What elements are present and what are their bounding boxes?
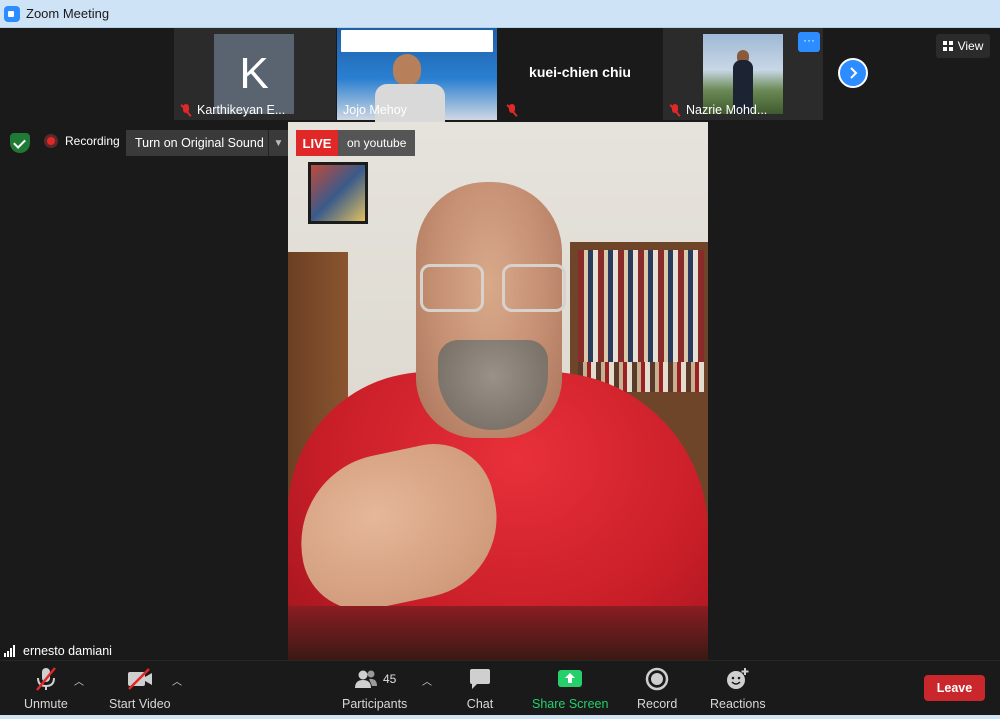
participant-name: Nazrie Mohd... <box>669 103 767 117</box>
participant-video-face <box>393 54 421 86</box>
zoom-window: Zoom Meeting K Karthikeyan E... Jojo Meh… <box>0 0 1000 719</box>
active-speaker-video <box>288 122 708 660</box>
participant-name-label: Nazrie Mohd... <box>686 103 768 117</box>
mic-muted-icon <box>669 103 681 117</box>
window-title: Zoom Meeting <box>26 6 110 21</box>
chat-button[interactable]: Chat <box>465 665 495 711</box>
record-icon <box>642 665 672 693</box>
share-screen-button[interactable]: Share Screen <box>532 665 608 711</box>
meeting-toolbar: Unmute ︿ Start Video ︿ 45 Participants ︿… <box>0 660 1000 719</box>
participant-video <box>703 34 783 114</box>
participant-strip: K Karthikeyan E... <box>174 28 338 120</box>
view-button[interactable]: View <box>936 34 990 58</box>
live-target-label: on youtube <box>338 130 416 156</box>
active-speaker-name-label: ernesto damiani <box>23 644 112 658</box>
reactions-label: Reactions <box>710 697 766 711</box>
participants-icon: 45 <box>345 665 405 693</box>
title-bar: Zoom Meeting <box>0 0 1000 28</box>
participant-name <box>506 104 523 117</box>
mic-muted-icon <box>506 104 518 117</box>
video-desk <box>288 606 708 660</box>
participant-tile[interactable]: Jojo Mehoy <box>337 28 497 124</box>
record-button[interactable]: Record <box>637 665 677 711</box>
live-label: LIVE <box>296 130 338 156</box>
chevron-down-icon[interactable]: ▼ <box>268 130 288 156</box>
chevron-right-icon <box>850 67 858 79</box>
recording-indicator[interactable]: Recording <box>44 134 120 148</box>
start-video-label: Start Video <box>109 697 171 711</box>
participant-tile[interactable]: kuei-chien chiu <box>500 28 660 120</box>
participants-button[interactable]: 45 Participants <box>342 665 407 711</box>
share-screen-label: Share Screen <box>532 697 609 711</box>
more-options-button[interactable]: ··· <box>798 32 820 52</box>
view-label: View <box>957 39 984 53</box>
next-page-button[interactable] <box>838 58 868 88</box>
microphone-muted-icon <box>31 665 61 693</box>
reactions-button[interactable]: Reactions <box>710 665 766 711</box>
participant-name-label: Jojo Mehoy <box>343 103 407 117</box>
participant-name: Karthikeyan E... <box>180 103 285 117</box>
active-speaker-name: ernesto damiani <box>0 641 118 661</box>
participant-name: Jojo Mehoy <box>343 103 407 117</box>
participant-name-center: kuei-chien chiu <box>529 64 631 80</box>
video-speaker-glasses <box>420 264 570 314</box>
start-video-button[interactable]: Start Video <box>109 665 171 711</box>
record-dot-icon <box>44 134 58 148</box>
original-sound-button[interactable]: Turn on Original Sound ▼ <box>126 130 288 156</box>
video-painting <box>308 162 368 224</box>
chat-bubble-icon <box>465 665 495 693</box>
conference-banner-image <box>341 30 493 52</box>
chevron-up-icon[interactable]: ︿ <box>172 673 182 688</box>
chevron-up-icon[interactable]: ︿ <box>74 673 84 688</box>
window-bottom-border <box>0 715 1000 719</box>
signal-strength-icon <box>4 645 18 657</box>
avatar: K <box>214 34 294 114</box>
video-off-icon <box>125 665 155 693</box>
chat-label: Chat <box>466 697 494 711</box>
smiley-plus-icon <box>723 665 753 693</box>
unmute-button[interactable]: Unmute <box>24 665 68 711</box>
share-screen-icon <box>555 665 585 693</box>
participants-count: 45 <box>382 672 397 686</box>
chevron-up-icon[interactable]: ︿ <box>422 673 432 688</box>
mic-muted-icon <box>180 103 192 117</box>
original-sound-label: Turn on Original Sound <box>135 136 264 150</box>
zoom-logo-icon <box>4 5 20 22</box>
video-books <box>578 250 704 370</box>
live-stream-badge[interactable]: LIVE on youtube <box>296 130 416 156</box>
grid-view-icon <box>942 41 953 51</box>
participants-label: Participants <box>342 697 408 711</box>
participant-name-label: Karthikeyan E... <box>197 103 286 117</box>
participant-tile[interactable]: K Karthikeyan E... <box>174 28 336 120</box>
unmute-label: Unmute <box>24 697 68 711</box>
recording-label: Recording <box>65 134 120 148</box>
security-shield-icon[interactable] <box>10 133 30 153</box>
record-label: Record <box>637 697 678 711</box>
leave-button[interactable]: Leave <box>924 675 985 701</box>
